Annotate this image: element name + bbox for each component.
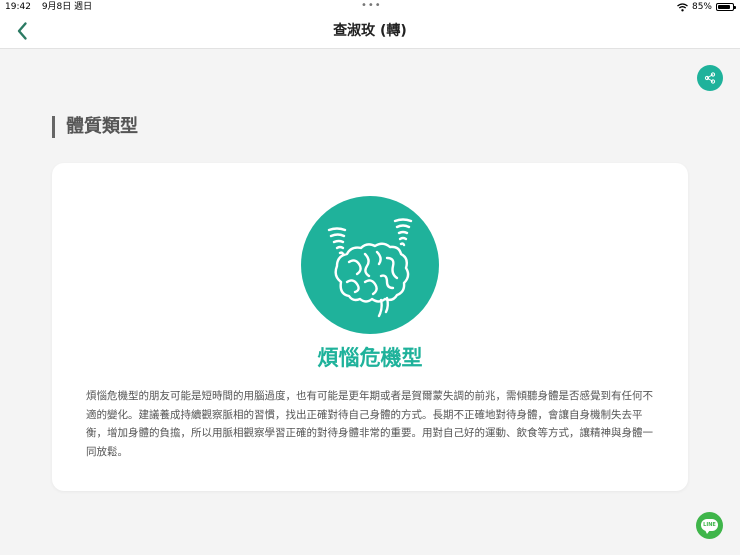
type-name: 煩惱危機型 [317, 346, 423, 370]
share-button[interactable] [697, 65, 723, 91]
wifi-icon [677, 2, 688, 11]
battery-percent: 85% [691, 2, 712, 12]
line-chat-button[interactable]: LINE [696, 512, 723, 539]
status-left: 19:42 9月8日 週日 [5, 0, 100, 14]
brain-tornado-icon [327, 218, 413, 318]
status-time: 19:42 [5, 2, 31, 12]
type-illustration [301, 196, 439, 334]
navigation-bar: 查淑玫 (轉) [0, 14, 740, 49]
status-right: 85% [677, 0, 736, 14]
status-bar: 19:42 9月8日 週日 ••• 85% [0, 0, 740, 14]
battery-icon [716, 3, 736, 11]
result-card: 煩惱危機型 煩惱危機型的朋友可能是短時間的用腦過度，也有可能是更年期或者是賀爾蒙… [52, 163, 688, 491]
app-page: 19:42 9月8日 週日 ••• 85% 查淑玫 (轉) 體質類型 煩惱危機型… [0, 0, 740, 555]
multitasking-dots[interactable]: ••• [361, 0, 382, 12]
battery-fill [718, 5, 730, 9]
share-icon [704, 72, 716, 84]
line-bubble-tail [705, 530, 710, 534]
status-date: 9月8日 週日 [41, 2, 93, 12]
type-description: 煩惱危機型的朋友可能是短時間的用腦過度，也有可能是更年期或者是賀爾蒙失調的前兆，… [86, 390, 653, 458]
page-title: 查淑玫 (轉) [333, 23, 407, 39]
section-title: 體質類型 [52, 116, 138, 138]
